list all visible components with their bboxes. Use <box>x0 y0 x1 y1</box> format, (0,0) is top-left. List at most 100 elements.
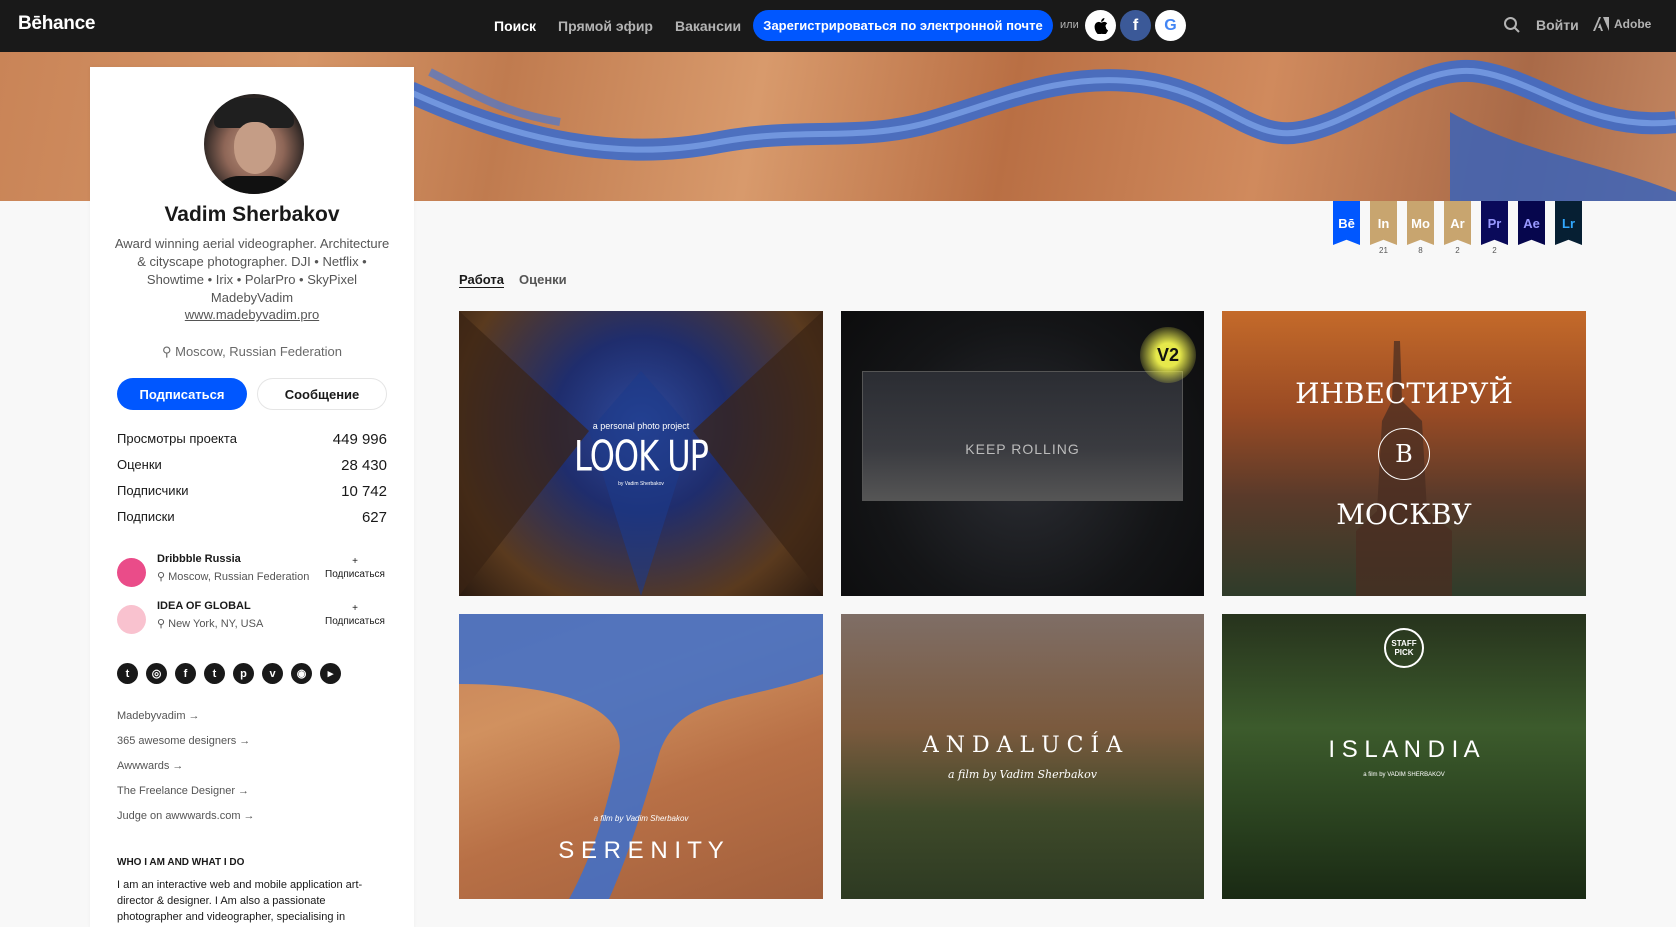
adobe-label: Adobe <box>1614 17 1652 31</box>
profile-stats: Просмотры проекта 449 996 Оценки 28 430 По… <box>117 431 387 535</box>
dribbble-icon[interactable]: ◎ <box>146 663 167 684</box>
project-card[interactable]: a personal photo project LOOK UP by Vadi… <box>459 311 823 596</box>
team-location-text: New York, NY, USA <box>168 618 264 630</box>
team-item[interactable]: IDEA OF GLOBAL ⚲ New York, NY, USA + Подп… <box>117 600 387 640</box>
tumblr-icon[interactable]: t <box>204 663 225 684</box>
badge-label: Ae <box>1518 201 1545 245</box>
project-title: A N D A L U C Í A a film by Vadim Sherba… <box>923 733 1122 781</box>
video-frame <box>862 371 1183 501</box>
project-card[interactable]: STAFF PICK I S L A N D I A a film by VAD… <box>1222 614 1586 899</box>
google-login-button[interactable]: G <box>1155 10 1186 41</box>
avatar <box>204 94 304 194</box>
instagram-icon[interactable]: ◉ <box>291 663 312 684</box>
badge-indesign[interactable]: In 21 <box>1370 201 1397 256</box>
project-name: S E R E N I T Y <box>558 837 724 864</box>
badge-motion[interactable]: Mo 8 <box>1407 201 1434 256</box>
plus-icon: + <box>352 556 358 567</box>
follow-button[interactable]: Подписаться <box>117 378 247 410</box>
link-item[interactable]: Judge on awwwards.com → <box>117 810 255 835</box>
badge-count <box>1518 246 1545 256</box>
link-item[interactable]: Madebyvadim → <box>117 710 255 735</box>
project-title: a film by Vadim Sherbakov S E R E N I T … <box>459 814 823 865</box>
nav-livestream[interactable]: Прямой эфир <box>558 18 653 34</box>
stat-value: 449 996 <box>332 431 387 448</box>
apple-login-button[interactable] <box>1085 10 1116 41</box>
project-title: KEEP ROLLING <box>965 440 1080 457</box>
project-name: I S L A N D I A <box>1328 735 1480 763</box>
badge-behance[interactable]: Bē <box>1333 201 1360 256</box>
badge-count: 2 <box>1455 246 1460 255</box>
project-credit: a film by VADIM SHERBAKOV <box>1363 771 1445 778</box>
stat-value: 28 430 <box>341 457 387 474</box>
youtube-icon[interactable]: ▸ <box>320 663 341 684</box>
badge-count: 8 <box>1418 246 1423 255</box>
team-name: IDEA OF GLOBAL <box>157 600 251 612</box>
facebook-icon[interactable]: f <box>175 663 196 684</box>
stat-row: Подписки 627 <box>117 509 387 535</box>
badge-after-effects[interactable]: Ae <box>1518 201 1545 256</box>
team-follow-button[interactable]: + Подписаться <box>323 602 387 628</box>
twitter-icon[interactable]: t <box>117 663 138 684</box>
nav-search[interactable]: Поиск <box>494 18 536 34</box>
stat-label: Просмотры проекта <box>117 431 237 446</box>
facebook-login-button[interactable]: f <box>1120 10 1151 41</box>
project-name: LOOK UP <box>574 430 709 481</box>
vimeo-icon[interactable]: v <box>262 663 283 684</box>
stat-row: Просмотры проекта 449 996 <box>117 431 387 457</box>
idea-of-global-logo <box>117 605 146 634</box>
profile-location: ⚲ Moscow, Russian Federation <box>90 344 414 360</box>
pinterest-icon[interactable]: p <box>233 663 254 684</box>
stat-value: 10 742 <box>341 483 387 500</box>
team-follow-button[interactable]: + Подписаться <box>323 555 387 581</box>
team-item[interactable]: Dribbble Russia ⚲ Moscow, Russian Federa… <box>117 553 387 593</box>
tab-work[interactable]: Работа <box>459 272 504 287</box>
staff-pick-badge: STAFF PICK <box>1384 628 1424 668</box>
project-line: ИНВЕСТИРУЙ <box>1295 376 1513 410</box>
project-card[interactable]: A N D A L U C Í A a film by Vadim Sherba… <box>841 614 1204 899</box>
team-follow-label: Подписаться <box>325 616 385 627</box>
nav-jobs[interactable]: Вакансии <box>675 18 741 34</box>
stat-row: Подписчики 10 742 <box>117 483 387 509</box>
dribbble-team-logo <box>117 558 146 587</box>
adobe-link[interactable]: Adobe <box>1593 17 1651 31</box>
search-icon[interactable] <box>1503 16 1521 34</box>
about-heading: WHO I AM AND WHAT I DO <box>117 857 245 868</box>
stat-label: Оценки <box>117 457 162 472</box>
or-label: или <box>1060 19 1079 31</box>
project-card[interactable]: a film by Vadim Sherbakov S E R E N I T … <box>459 614 823 899</box>
badge-lightroom[interactable]: Lr <box>1555 201 1582 256</box>
team-location: ⚲ New York, NY, USA <box>157 618 264 630</box>
project-card[interactable]: ИНВЕСТИРУЙ B МОСКВУ <box>1222 311 1586 596</box>
project-card[interactable]: V2 KEEP ROLLING <box>841 311 1204 596</box>
project-title: I S L A N D I A a film by VADIM SHERBAKO… <box>1328 736 1479 778</box>
team-follow-label: Подписаться <box>325 569 385 580</box>
badge-premiere[interactable]: Pr 2 <box>1481 201 1508 256</box>
project-credit: a film by Vadim Sherbakov <box>947 767 1098 781</box>
link-item[interactable]: 365 awesome designers → <box>117 735 255 760</box>
project-subtitle: a personal photo project <box>592 420 690 431</box>
app-badges: Bē In 21 Mo 8 Ar 2 Pr 2 Ae Lr <box>1333 201 1582 256</box>
stat-value: 627 <box>361 509 387 526</box>
link-item[interactable]: Awwwards → <box>117 760 255 785</box>
project-line: МОСКВУ <box>1336 497 1472 531</box>
badge-label: In <box>1370 201 1397 245</box>
plus-icon: + <box>352 603 358 614</box>
apple-icon <box>1094 17 1108 34</box>
badge-architecture[interactable]: Ar 2 <box>1444 201 1471 256</box>
badge-label: Lr <box>1555 201 1582 245</box>
team-location-text: Moscow, Russian Federation <box>168 571 310 583</box>
badge-count <box>1555 246 1582 256</box>
login-link[interactable]: Войти <box>1536 17 1579 33</box>
signup-email-button[interactable]: Зарегистрироваться по электронной почте <box>753 10 1053 41</box>
behance-logo[interactable]: Bēhance <box>18 13 95 35</box>
profile-name: Vadim Sherbakov <box>164 203 340 226</box>
message-button[interactable]: Сообщение <box>257 378 387 410</box>
profile-website-link[interactable]: www.madebyvadim.pro <box>90 307 414 322</box>
location-pin-icon: ⚲ <box>161 344 176 359</box>
badge-label: Pr <box>1481 201 1508 245</box>
tab-appreciations[interactable]: Оценки <box>519 272 567 287</box>
profile-bio: Award winning aerial videographer. Archi… <box>114 236 390 305</box>
location-text: Moscow, Russian Federation <box>175 344 343 359</box>
link-item[interactable]: The Freelance Designer → <box>117 785 255 810</box>
stat-label: Подписчики <box>117 483 189 498</box>
